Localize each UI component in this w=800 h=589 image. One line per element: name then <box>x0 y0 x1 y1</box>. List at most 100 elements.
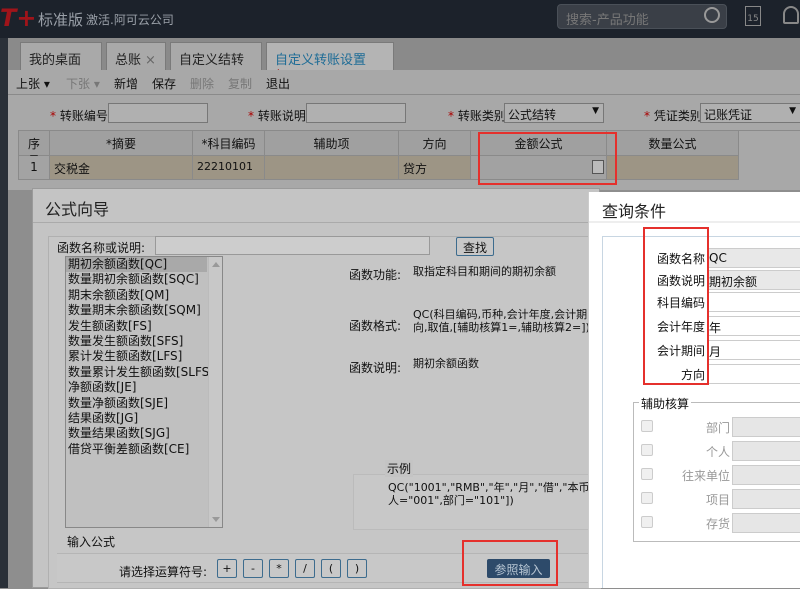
transfer-desc-input[interactable] <box>306 103 406 123</box>
col-header-direction: 方向 <box>399 131 471 156</box>
transfer-grid: 序号 *摘要 *科目编码 辅助项 方向 金额公式 数量公式 1 交税金 2221… <box>18 130 800 190</box>
query-field-input[interactable]: 月 <box>707 340 800 360</box>
edition-label: 标准版 <box>38 11 84 29</box>
cell-account[interactable]: 22210101 <box>193 156 265 180</box>
function-list-item[interactable]: 数量发生额函数[SFS] <box>66 334 207 349</box>
op-plus-button[interactable]: + <box>217 559 237 578</box>
op-minus-button[interactable]: - <box>243 559 263 578</box>
scroll-down-icon[interactable] <box>212 517 220 522</box>
exit-button[interactable]: 退出 <box>266 75 290 92</box>
tab-custom-carry[interactable]: 自定义结转× <box>170 42 262 83</box>
toolbar: 上张 ▾ 下张 ▾ 新增 保存 删除 复制 退出 <box>8 70 800 95</box>
function-list[interactable]: 期初余额函数[QC] 数量期初余额函数[SQC] 期末余额函数[QM] 数量期末余额函… <box>65 256 223 528</box>
save-button[interactable]: 保存 <box>152 75 176 92</box>
function-list-item[interactable]: 净额函数[JE] <box>66 380 207 395</box>
example-text: QC("1001","RMB","年","月","借","本币" 人="001",… <box>388 481 595 507</box>
aux-label: 部门 <box>705 421 730 435</box>
function-purpose-value: 取指定科目和期间的期初余额 <box>413 265 556 278</box>
function-list-item[interactable]: 发生额函数[FS] <box>66 319 207 334</box>
company-name[interactable]: 激活.阿可云公司 <box>86 11 174 28</box>
prev-button[interactable]: 上张 ▾ <box>16 75 50 92</box>
scroll-up-icon[interactable] <box>212 262 220 267</box>
transfer-desc-label: * 转账说明 <box>248 109 306 123</box>
cell-aux[interactable] <box>265 156 399 180</box>
transfer-type-label: * 转账类别 <box>448 109 506 123</box>
transfer-type-select[interactable]: 公式结转 ▼ <box>504 103 604 123</box>
aux-input <box>732 441 800 461</box>
cell-no: 1 <box>18 156 50 180</box>
cell-qty-formula[interactable] <box>607 156 739 180</box>
aux-label: 往来单位 <box>681 469 730 483</box>
function-list-item[interactable]: 数量净额函数[SJE] <box>66 396 207 411</box>
col-header-qty-formula: 数量公式 <box>607 131 739 156</box>
query-field-input: 期初余额 <box>707 270 800 290</box>
op-divide-button[interactable]: / <box>295 559 315 578</box>
voucher-type-select[interactable]: 记账凭证 ▼ <box>700 103 800 123</box>
function-desc-label: 函数说明: <box>349 361 402 375</box>
tab-label: 总账 <box>115 53 142 68</box>
operator-label: 请选择运算符号: <box>119 565 208 579</box>
add-button[interactable]: 新增 <box>114 75 138 92</box>
aux-input <box>732 489 800 509</box>
tab-label: 自定义结转 <box>179 53 245 68</box>
scrollbar[interactable] <box>208 257 222 527</box>
function-format-line1: QC(科目编码,币种,会计年度,会计期 <box>413 308 588 321</box>
function-desc-value: 期初余额函数 <box>413 357 479 370</box>
function-list-item[interactable]: 数量结果函数[SJG] <box>66 426 207 441</box>
function-list-item[interactable]: 数量期末余额函数[SQM] <box>66 303 207 318</box>
find-button[interactable]: 查找 <box>456 237 494 256</box>
function-list-item[interactable]: 期末余额函数[QM] <box>66 288 207 303</box>
tab-label: 自定义转账设置 <box>275 53 367 68</box>
op-rparen-button[interactable]: ) <box>347 559 367 578</box>
function-search-input[interactable] <box>155 236 430 255</box>
search-input[interactable]: 搜索-产品功能 <box>557 4 727 29</box>
function-list-item[interactable]: 数量期初余额函数[SQC] <box>66 272 207 287</box>
transfer-no-label: * 转账编号 <box>50 109 108 123</box>
col-header-no: 序号 <box>18 131 50 168</box>
highlight-reference-input <box>462 540 558 586</box>
input-formula-label: 输入公式 <box>67 535 116 549</box>
delete-button[interactable]: 删除 <box>190 75 214 92</box>
function-list-item[interactable]: 数量累计发生额函数[SLFS] <box>66 365 214 380</box>
function-list-item[interactable]: 结果函数[JG] <box>66 411 207 426</box>
aux-accounting-title: 辅助核算 <box>639 395 692 412</box>
aux-input <box>732 465 800 485</box>
chevron-down-icon: ▼ <box>592 106 599 116</box>
tab-ledger[interactable]: 总账 × <box>106 42 166 70</box>
copy-button[interactable]: 复制 <box>228 75 252 92</box>
op-multiply-button[interactable]: * <box>269 559 289 578</box>
highlight-amount-formula <box>478 132 617 185</box>
op-lparen-button[interactable]: ( <box>321 559 341 578</box>
bell-icon[interactable] <box>783 6 799 24</box>
function-list-item[interactable]: 期初余额函数[QC] <box>66 257 207 273</box>
cell-summary[interactable]: 交税金 <box>50 156 193 180</box>
voucher-type-label: * 凭证类别 <box>644 109 702 123</box>
dialog-title: 公式向导 <box>45 200 110 219</box>
example-label: 示例 <box>385 460 414 477</box>
close-icon[interactable]: × <box>145 53 156 68</box>
tab-desktop[interactable]: 我的桌面 <box>20 42 102 70</box>
divider <box>33 222 601 223</box>
top-bar: T+ 标准版 激活.阿可云公司 搜索-产品功能 15 <box>0 0 800 38</box>
chevron-down-icon: ▼ <box>789 106 796 116</box>
col-header-summary: *摘要 <box>50 131 193 156</box>
aux-accounting-group: 部门 个人 往来单位 项目 存货 <box>633 402 800 542</box>
tab-bar: 我的桌面 总账× 自定义结转× 自定义转账设置*× <box>8 38 800 83</box>
calendar-icon[interactable]: 15 <box>745 6 761 26</box>
tab-custom-transfer-settings[interactable]: 自定义转账设置*× <box>266 42 394 83</box>
function-purpose-label: 函数功能: <box>349 268 402 282</box>
transfer-no-input[interactable] <box>108 103 208 123</box>
search-icon[interactable] <box>704 7 720 23</box>
next-button[interactable]: 下张 ▾ <box>66 75 100 92</box>
function-search-label: 函数名称或说明: <box>57 241 146 255</box>
aux-label: 个人 <box>705 445 730 459</box>
left-strip <box>0 38 8 588</box>
function-list-item[interactable]: 累计发生额函数[LFS] <box>66 349 207 364</box>
cell-direction[interactable]: 贷方 <box>399 156 471 180</box>
query-field-input[interactable] <box>707 364 800 384</box>
function-format-label: 函数格式: <box>349 319 402 333</box>
query-field-input[interactable] <box>707 292 800 312</box>
col-header-aux: 辅助项 <box>265 131 399 156</box>
function-list-item[interactable]: 借贷平衡差额函数[CE] <box>66 442 207 457</box>
query-field-input[interactable]: 年 <box>707 316 800 336</box>
